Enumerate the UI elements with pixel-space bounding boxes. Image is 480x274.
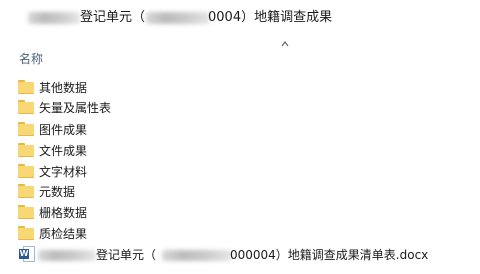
title-text-part1: 登记单元（ [80,10,146,25]
file-label-part1: 登记单元（ [96,248,157,262]
folder-item[interactable]: 元数据 [18,181,458,201]
folder-icon [18,80,34,94]
redacted-text [162,250,232,261]
folder-item[interactable]: 图件成果 [18,119,458,139]
folder-label: 质检结果 [39,226,88,241]
sort-ascending-icon[interactable] [280,40,290,48]
redacted-text [146,12,210,24]
redacted-text [28,12,80,24]
folder-label: 图件成果 [39,122,88,137]
redacted-text [38,250,96,261]
column-header-name[interactable]: 名称 [19,50,43,67]
folder-icon [18,184,34,198]
folder-icon [18,122,34,136]
folder-label: 文件成果 [39,143,88,158]
folder-icon [18,226,34,240]
folder-icon [18,100,34,114]
folder-item[interactable]: 文件成果 [18,140,458,160]
explorer-window: 登记单元（ 0004）地籍调查成果 名称 其他数据 矢量及属性表 图件成果 文件… [0,0,480,274]
folder-label: 其他数据 [39,80,88,95]
folder-item[interactable]: 栅格数据 [18,202,458,222]
folder-item[interactable]: 质检结果 [18,223,458,243]
folder-label: 文字材料 [39,164,88,179]
word-doc-icon: W [19,246,35,262]
folder-item[interactable]: 其他数据 [18,77,458,97]
file-label-part2: 000004）地籍调查成果清单表.docx [230,248,429,262]
folder-label: 元数据 [39,184,76,199]
file-item[interactable]: W 登记单元（ 000004）地籍调查成果清单表.docx [0,243,480,265]
folder-item[interactable]: 文字材料 [18,161,458,181]
title-bar: 登记单元（ 0004）地籍调查成果 [0,0,480,36]
folder-icon [18,205,34,219]
folder-icon [18,143,34,157]
title-text-part2: 0004）地籍调查成果 [208,10,333,25]
folder-label: 矢量及属性表 [39,100,112,115]
folder-item[interactable]: 矢量及属性表 [18,97,458,117]
folder-label: 栅格数据 [39,205,88,220]
folder-icon [18,164,34,178]
